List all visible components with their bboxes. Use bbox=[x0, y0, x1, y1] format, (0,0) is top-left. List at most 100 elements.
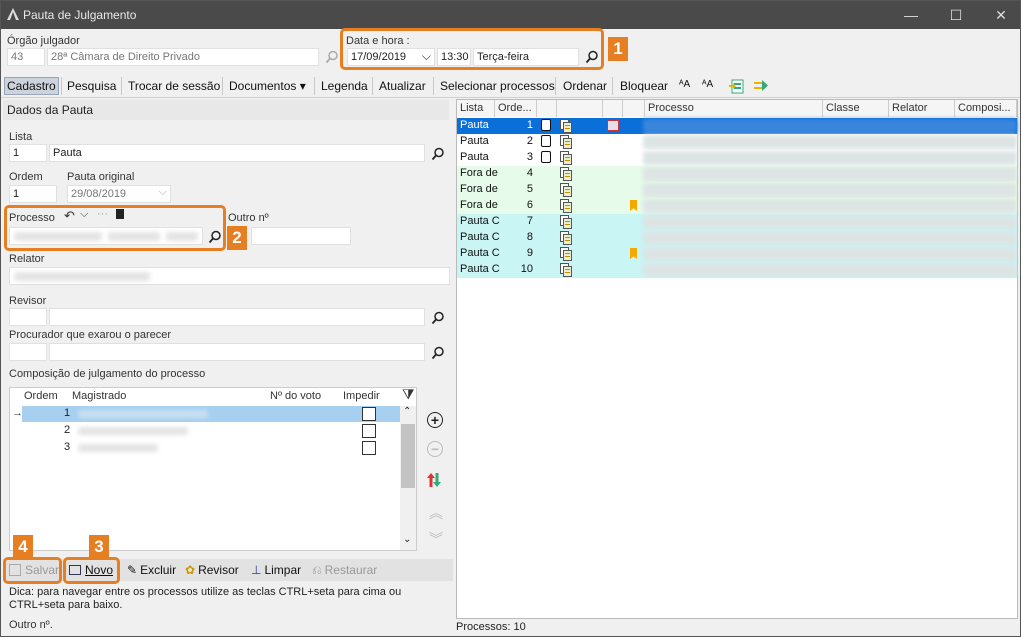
procurador-code-field[interactable] bbox=[9, 343, 47, 361]
orgao-search-icon[interactable] bbox=[325, 50, 339, 64]
excluir-button[interactable]: ✎ Excluir bbox=[127, 563, 176, 577]
scroll-up-icon[interactable]: ⌃ bbox=[403, 406, 411, 417]
col-header-flag[interactable] bbox=[623, 100, 645, 117]
limpar-button[interactable]: ⊥ Limpar bbox=[251, 563, 301, 577]
move-right-icon[interactable] bbox=[753, 78, 769, 94]
documents-stack-icon[interactable] bbox=[560, 151, 572, 165]
atualizar-button[interactable]: Atualizar bbox=[379, 79, 426, 93]
maximize-button[interactable]: ☐ bbox=[941, 5, 971, 25]
lista-name-field[interactable]: Pauta bbox=[49, 144, 425, 162]
remove-circle-icon[interactable]: − bbox=[427, 441, 443, 457]
font-decrease-icon[interactable]: ᴬA bbox=[702, 79, 713, 90]
table-row[interactable]: Pauta 2 bbox=[457, 134, 1017, 150]
col-header-icons[interactable] bbox=[557, 100, 603, 117]
app-logo-icon bbox=[7, 8, 19, 20]
impedir-checkbox[interactable] bbox=[362, 441, 376, 455]
col-header-processo[interactable]: Processo bbox=[645, 100, 823, 117]
document-icon[interactable] bbox=[541, 135, 551, 147]
move-down-icon[interactable]: ︾ bbox=[429, 529, 443, 549]
scroll-thumb[interactable] bbox=[401, 424, 415, 488]
col-header-relator[interactable]: Relator bbox=[889, 100, 955, 117]
revisor-button[interactable]: ✿ Revisor bbox=[185, 563, 239, 577]
documents-stack-icon[interactable] bbox=[560, 215, 572, 229]
menu-documentos[interactable]: Documentos ▾ bbox=[229, 79, 306, 93]
procurador-search-icon[interactable] bbox=[431, 346, 445, 360]
documents-stack-icon[interactable] bbox=[560, 199, 572, 213]
close-button[interactable]: ✕ bbox=[986, 5, 1016, 25]
scroll-down-icon[interactable]: ⌄ bbox=[403, 534, 411, 545]
add-circle-icon[interactable]: + bbox=[427, 412, 443, 428]
documents-stack-icon[interactable] bbox=[560, 247, 572, 261]
orgao-name-field[interactable]: 28ª Câmara de Direito Privado bbox=[47, 48, 319, 66]
table-row[interactable]: Pauta C 8 bbox=[457, 230, 1017, 246]
col-header-composicao[interactable]: Composi... bbox=[955, 100, 1017, 117]
export-excel-icon[interactable] bbox=[729, 78, 745, 94]
table-row[interactable]: Pauta C 7 bbox=[457, 214, 1017, 230]
table-row[interactable]: Fora de 6 bbox=[457, 198, 1017, 214]
documents-stack-icon[interactable] bbox=[560, 231, 572, 245]
table-row[interactable]: Pauta C 10 bbox=[457, 262, 1017, 278]
col-header-classe[interactable]: Classe bbox=[823, 100, 889, 117]
documents-stack-icon[interactable] bbox=[560, 119, 572, 133]
document-icon[interactable] bbox=[541, 119, 551, 131]
restaurar-button[interactable]: ⎌ Restaurar bbox=[312, 563, 377, 578]
tab-cadastro[interactable]: Cadastro bbox=[4, 77, 59, 95]
pauta-original-field[interactable]: 29/08/2019 ⌵ bbox=[67, 185, 171, 203]
scrollbar[interactable]: ⌃ ⌄ bbox=[400, 406, 416, 550]
orgao-code-field[interactable]: 43 bbox=[7, 48, 45, 66]
ordenar-button[interactable]: Ordenar bbox=[563, 79, 607, 93]
minimize-button[interactable]: — bbox=[896, 5, 926, 25]
table-row[interactable]: 3 bbox=[22, 440, 400, 456]
impedir-checkbox[interactable] bbox=[362, 424, 376, 438]
lista-code-field[interactable]: 1 bbox=[9, 144, 47, 162]
title-bar: Pauta de Julgamento — ☐ ✕ bbox=[1, 1, 1020, 29]
document-icon[interactable] bbox=[541, 151, 551, 163]
revisor-code-field[interactable] bbox=[9, 308, 47, 326]
marker-icon[interactable] bbox=[607, 120, 619, 131]
ordem-field[interactable]: 1 bbox=[9, 185, 57, 203]
redacted-text bbox=[643, 151, 1017, 165]
move-up-icon[interactable]: ︽ bbox=[429, 503, 443, 523]
documents-stack-icon[interactable] bbox=[560, 183, 572, 197]
orgao-label: Órgão julgador bbox=[7, 35, 80, 47]
relator-field[interactable] bbox=[9, 267, 450, 285]
tab-pesquisa[interactable]: Pesquisa bbox=[67, 79, 116, 93]
col-header-lista[interactable]: Lista bbox=[457, 100, 495, 117]
bookmark-flag-icon[interactable] bbox=[630, 248, 637, 259]
documents-stack-icon[interactable] bbox=[560, 167, 572, 181]
table-row[interactable]: Pauta 1 bbox=[457, 118, 1017, 134]
col-header-magistrado[interactable]: Magistrado bbox=[72, 390, 126, 402]
chevron-down-icon[interactable]: ⌵ bbox=[159, 186, 167, 199]
documents-stack-icon[interactable] bbox=[560, 263, 572, 277]
tab-legenda[interactable]: Legenda bbox=[321, 79, 368, 93]
revisor-search-icon[interactable] bbox=[431, 311, 445, 325]
bloquear-button[interactable]: Bloquear bbox=[620, 79, 668, 93]
font-increase-icon[interactable]: ᴬA bbox=[679, 79, 690, 90]
lista-search-icon[interactable] bbox=[431, 147, 445, 161]
procurador-name-field[interactable] bbox=[49, 343, 425, 361]
swap-order-icon[interactable] bbox=[426, 471, 442, 489]
table-row[interactable]: Fora de 5 bbox=[457, 182, 1017, 198]
filter-icon[interactable]: ⧩ bbox=[402, 386, 415, 403]
lista-cell: Pauta bbox=[460, 119, 489, 131]
col-header-mark[interactable] bbox=[603, 100, 623, 117]
col-header-voto[interactable]: Nº do voto bbox=[270, 390, 321, 402]
revisor-name-field[interactable] bbox=[49, 308, 425, 326]
table-row[interactable]: Pauta C 9 bbox=[457, 246, 1017, 262]
outro-numero-field[interactable] bbox=[251, 227, 351, 245]
col-header-ordem[interactable]: Orde... bbox=[495, 100, 537, 117]
selecionar-processos-button[interactable]: Selecionar processos bbox=[440, 79, 555, 93]
documents-stack-icon[interactable] bbox=[560, 135, 572, 149]
table-row[interactable]: Pauta 3 bbox=[457, 150, 1017, 166]
col-header-doc[interactable] bbox=[537, 100, 557, 117]
tab-trocar-sessao[interactable]: Trocar de sessão bbox=[128, 79, 220, 93]
table-row[interactable]: Fora de 4 bbox=[457, 166, 1017, 182]
table-row[interactable]: 1 bbox=[22, 406, 400, 422]
col-header-impedir[interactable]: Impedir bbox=[343, 390, 380, 402]
lista-cell: Fora de bbox=[460, 183, 498, 195]
table-row[interactable]: 2 bbox=[22, 423, 400, 439]
impedir-checkbox[interactable] bbox=[362, 407, 376, 421]
bookmark-flag-icon[interactable] bbox=[630, 200, 637, 211]
lista-cell: Pauta bbox=[460, 151, 489, 163]
col-header-ordem[interactable]: Ordem bbox=[24, 390, 58, 402]
